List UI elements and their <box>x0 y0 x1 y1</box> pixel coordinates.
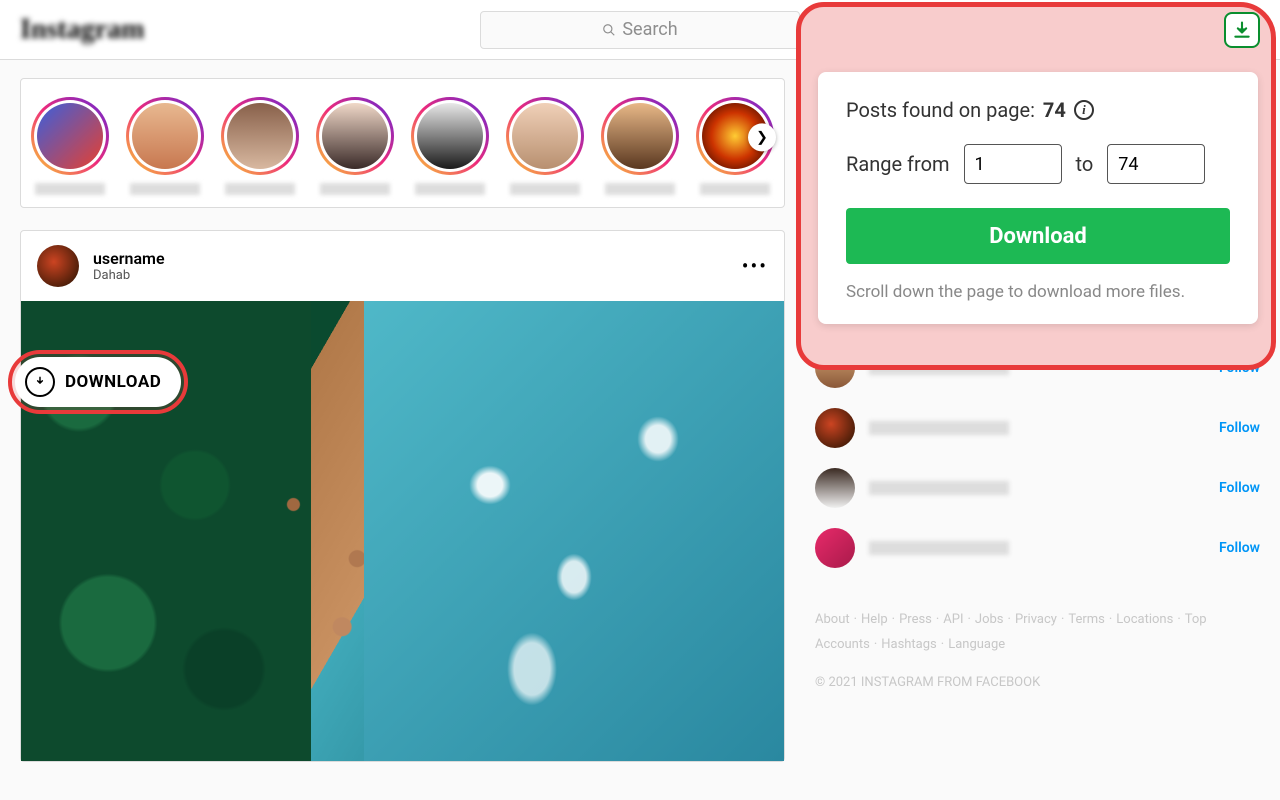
post-header: username Dahab ••• <box>21 231 784 301</box>
range-to-label: to <box>1076 152 1094 176</box>
story-item[interactable] <box>505 97 584 195</box>
range-from-label: Range from <box>846 152 950 176</box>
footer-link[interactable]: API <box>943 612 963 627</box>
footer-link[interactable]: Press <box>899 612 932 627</box>
suggestion-item: Follow <box>815 458 1260 518</box>
download-pill-label: DOWNLOAD <box>65 372 161 392</box>
story-username <box>700 183 770 195</box>
download-pill-highlight: DOWNLOAD <box>8 350 188 414</box>
extension-icon[interactable] <box>1224 12 1260 48</box>
story-item[interactable] <box>31 97 110 195</box>
story-item[interactable] <box>221 97 300 195</box>
search-icon <box>602 23 616 37</box>
suggestion-avatar[interactable] <box>815 408 855 448</box>
story-username <box>510 183 580 195</box>
suggestions-list: Follow Follow Follow Follow <box>815 338 1260 578</box>
footer-link[interactable]: Locations <box>1116 612 1173 627</box>
footer-link[interactable]: Privacy <box>1015 612 1057 627</box>
suggestion-item: Follow <box>815 518 1260 578</box>
post-location[interactable]: Dahab <box>93 268 165 283</box>
footer-copyright: © 2021 INSTAGRAM FROM FACEBOOK <box>815 675 1260 690</box>
footer-link[interactable]: Language <box>948 637 1005 652</box>
footer-link[interactable]: Jobs <box>975 612 1004 627</box>
suggestion-avatar[interactable] <box>815 468 855 508</box>
story-item[interactable] <box>411 97 490 195</box>
info-icon[interactable]: i <box>1074 100 1094 120</box>
suggestion-username <box>869 421 1009 435</box>
search-input[interactable]: Search <box>480 11 800 49</box>
story-item[interactable] <box>316 97 395 195</box>
suggestion-username <box>869 481 1009 495</box>
story-username <box>35 183 105 195</box>
story-item[interactable] <box>600 97 679 195</box>
post-avatar[interactable] <box>37 245 79 287</box>
range-to-input[interactable] <box>1107 144 1205 184</box>
footer-link[interactable]: Terms <box>1068 612 1105 627</box>
suggestion-username <box>869 541 1009 555</box>
suggestion-item: Follow <box>815 398 1260 458</box>
download-pill-button[interactable]: DOWNLOAD <box>15 357 181 407</box>
range-row: Range from to <box>846 144 1230 184</box>
suggestion-avatar[interactable] <box>815 528 855 568</box>
follow-button[interactable]: Follow <box>1219 420 1260 436</box>
logo[interactable]: Instagram <box>20 14 144 46</box>
follow-button[interactable]: Follow <box>1219 480 1260 496</box>
story-item[interactable] <box>126 97 205 195</box>
extension-note: Scroll down the page to download more fi… <box>846 282 1230 302</box>
story-username <box>415 183 485 195</box>
story-username <box>130 183 200 195</box>
extension-download-button[interactable]: Download <box>846 208 1230 264</box>
post-username[interactable]: username <box>93 249 165 268</box>
download-circle-icon <box>25 367 55 397</box>
range-from-input[interactable] <box>964 144 1062 184</box>
footer-link[interactable]: Help <box>861 612 888 627</box>
search-placeholder: Search <box>622 19 677 40</box>
posts-found-label: Posts found on page: 74 i <box>846 98 1230 122</box>
story-username <box>225 183 295 195</box>
follow-button[interactable]: Follow <box>1219 540 1260 556</box>
post-more-button[interactable]: ••• <box>742 254 768 278</box>
post-card: username Dahab ••• <box>20 230 785 762</box>
stories-bar: ❯ <box>20 78 785 208</box>
download-arrow-icon <box>1232 20 1252 40</box>
footer-link[interactable]: Hashtags <box>881 637 937 652</box>
story-username <box>605 183 675 195</box>
story-username <box>320 183 390 195</box>
footer-links: About·Help·Press·API·Jobs·Privacy·Terms·… <box>815 608 1260 657</box>
stories-next-button[interactable]: ❯ <box>748 123 776 151</box>
footer-link[interactable]: About <box>815 612 850 627</box>
extension-popup: Posts found on page: 74 i Range from to … <box>818 72 1258 324</box>
